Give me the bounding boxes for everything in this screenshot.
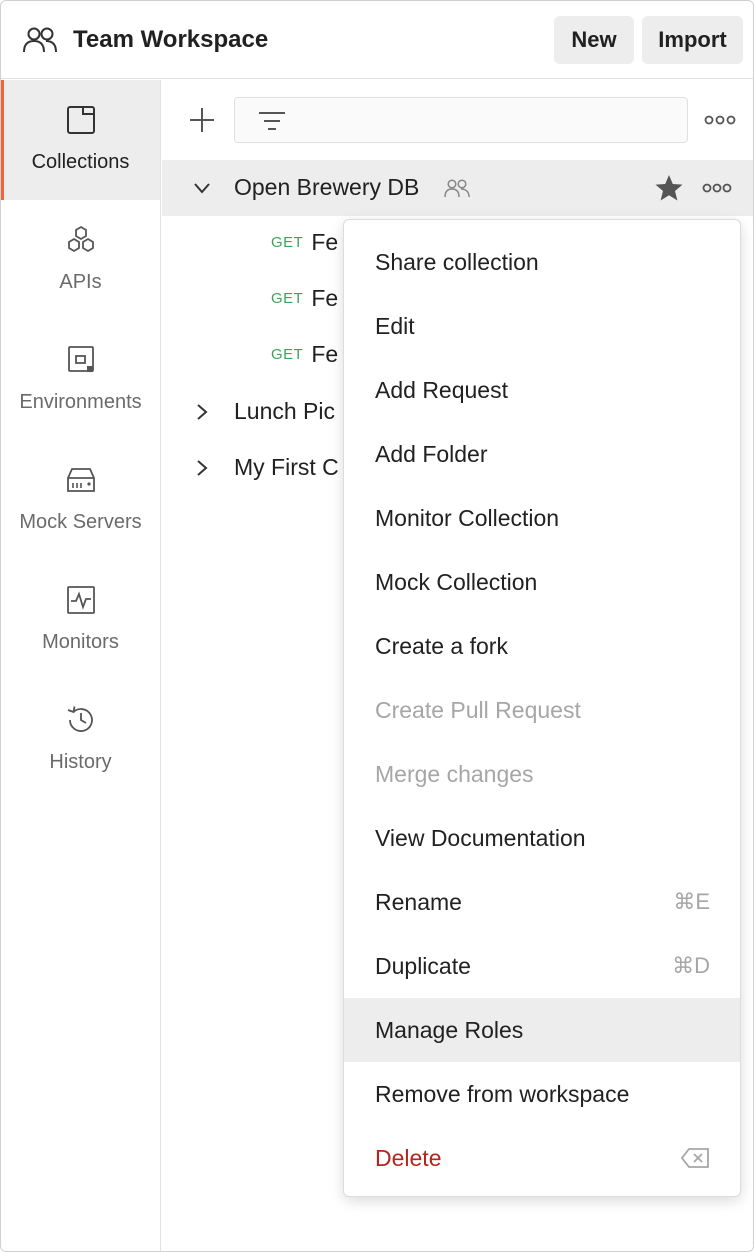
menu-item-label: Delete xyxy=(375,1144,442,1171)
filter-icon xyxy=(259,112,285,130)
sidebar-item-label: Environments xyxy=(19,391,142,413)
plus-icon[interactable] xyxy=(185,103,219,137)
more-horizontal-icon[interactable] xyxy=(701,107,739,133)
chevron-right-icon[interactable] xyxy=(192,402,212,422)
request-name: Fe xyxy=(311,285,339,311)
menu-item-delete[interactable]: Delete xyxy=(344,1126,740,1190)
history-icon xyxy=(67,706,93,732)
menu-item-duplicate[interactable]: Duplicate ⌘D xyxy=(344,934,740,998)
request-name: Fe xyxy=(311,229,339,255)
star-icon[interactable] xyxy=(654,173,684,203)
filter-input[interactable] xyxy=(234,97,688,143)
menu-item-remove-from-workspace[interactable]: Remove from workspace xyxy=(344,1062,740,1126)
request-item[interactable]: GET Fe xyxy=(271,285,338,315)
menu-item-label: Manage Roles xyxy=(375,1016,524,1043)
sidebar-item-mock-servers[interactable]: Mock Servers xyxy=(1,440,160,560)
collection-name[interactable]: Lunch Pic xyxy=(234,397,335,425)
menu-item-monitor-collection[interactable]: Monitor Collection xyxy=(344,486,740,550)
menu-item-merge-changes: Merge changes xyxy=(344,742,740,806)
menu-item-label: Duplicate xyxy=(375,952,471,979)
menu-item-label: Add Folder xyxy=(375,440,488,467)
menu-item-rename[interactable]: Rename ⌘E xyxy=(344,870,740,934)
method-badge: GET xyxy=(271,346,304,363)
collection-name[interactable]: Open Brewery DB xyxy=(234,173,419,201)
request-item[interactable]: GET Fe xyxy=(271,229,338,259)
menu-item-label: Merge changes xyxy=(375,760,534,787)
backspace-icon xyxy=(680,1148,709,1168)
chevron-right-icon[interactable] xyxy=(192,458,212,478)
request-name: Fe xyxy=(311,341,339,367)
monitor-icon xyxy=(66,586,95,614)
sidebar-item-history[interactable]: History xyxy=(1,680,160,800)
menu-item-view-documentation[interactable]: View Documentation xyxy=(344,806,740,870)
menu-item-share-collection[interactable]: Share collection xyxy=(344,230,740,294)
sidebar-item-monitors[interactable]: Monitors xyxy=(1,560,160,680)
team-icon xyxy=(23,27,57,53)
menu-item-label: Rename xyxy=(375,888,462,915)
sidebar-item-label: Collections xyxy=(31,151,130,173)
mock-server-icon xyxy=(66,468,95,492)
shared-team-icon xyxy=(444,179,470,198)
menu-item-label: Create a fork xyxy=(375,632,508,659)
menu-item-label: View Documentation xyxy=(375,824,586,851)
method-badge: GET xyxy=(271,290,304,307)
menu-item-label: Add Request xyxy=(375,376,508,403)
menu-item-label: Edit xyxy=(375,312,415,339)
collection-context-menu: Share collection Edit Add Request Add Fo… xyxy=(343,219,741,1197)
menu-item-label: Create Pull Request xyxy=(375,696,581,723)
more-horizontal-icon[interactable] xyxy=(701,175,733,201)
import-button[interactable]: Import xyxy=(642,16,743,64)
shortcut-hint: ⌘D xyxy=(672,953,710,978)
sidebar-item-label: Monitors xyxy=(42,631,119,653)
sidebar-item-environments[interactable]: Environments xyxy=(1,320,160,440)
workspace-title[interactable]: Team Workspace xyxy=(73,25,268,55)
app-window: Team Workspace New Import Collections AP… xyxy=(0,0,754,1252)
menu-item-mock-collection[interactable]: Mock Collection xyxy=(344,550,740,614)
apis-icon xyxy=(67,225,94,253)
menu-item-label: Mock Collection xyxy=(375,568,538,595)
collection-name[interactable]: My First C xyxy=(234,453,339,481)
menu-item-label: Monitor Collection xyxy=(375,504,560,531)
menu-item-add-folder[interactable]: Add Folder xyxy=(344,422,740,486)
sidebar-item-label: APIs xyxy=(59,271,102,293)
chevron-down-icon[interactable] xyxy=(192,178,212,198)
shortcut-hint: ⌘E xyxy=(673,889,710,914)
menu-item-edit[interactable]: Edit xyxy=(344,294,740,358)
environments-icon xyxy=(67,346,94,372)
menu-item-manage-roles[interactable]: Manage Roles xyxy=(344,998,740,1062)
method-badge: GET xyxy=(271,234,304,251)
sidebar-item-label: Mock Servers xyxy=(19,511,142,533)
collection-icon xyxy=(66,106,95,134)
menu-item-label: Share collection xyxy=(375,248,539,275)
menu-item-label: Remove from workspace xyxy=(375,1080,630,1107)
menu-item-add-request[interactable]: Add Request xyxy=(344,358,740,422)
sidebar-item-apis[interactable]: APIs xyxy=(1,200,160,320)
sidebar-item-label: History xyxy=(49,751,112,773)
menu-item-create-fork[interactable]: Create a fork xyxy=(344,614,740,678)
sidebar-item-collections[interactable]: Collections xyxy=(1,80,160,200)
sidebar: Collections APIs Environments Mock Serve… xyxy=(1,80,161,1251)
workspace-header: Team Workspace New Import xyxy=(1,1,753,79)
new-button[interactable]: New xyxy=(554,16,634,64)
menu-item-create-pull-request: Create Pull Request xyxy=(344,678,740,742)
request-item[interactable]: GET Fe xyxy=(271,341,338,371)
